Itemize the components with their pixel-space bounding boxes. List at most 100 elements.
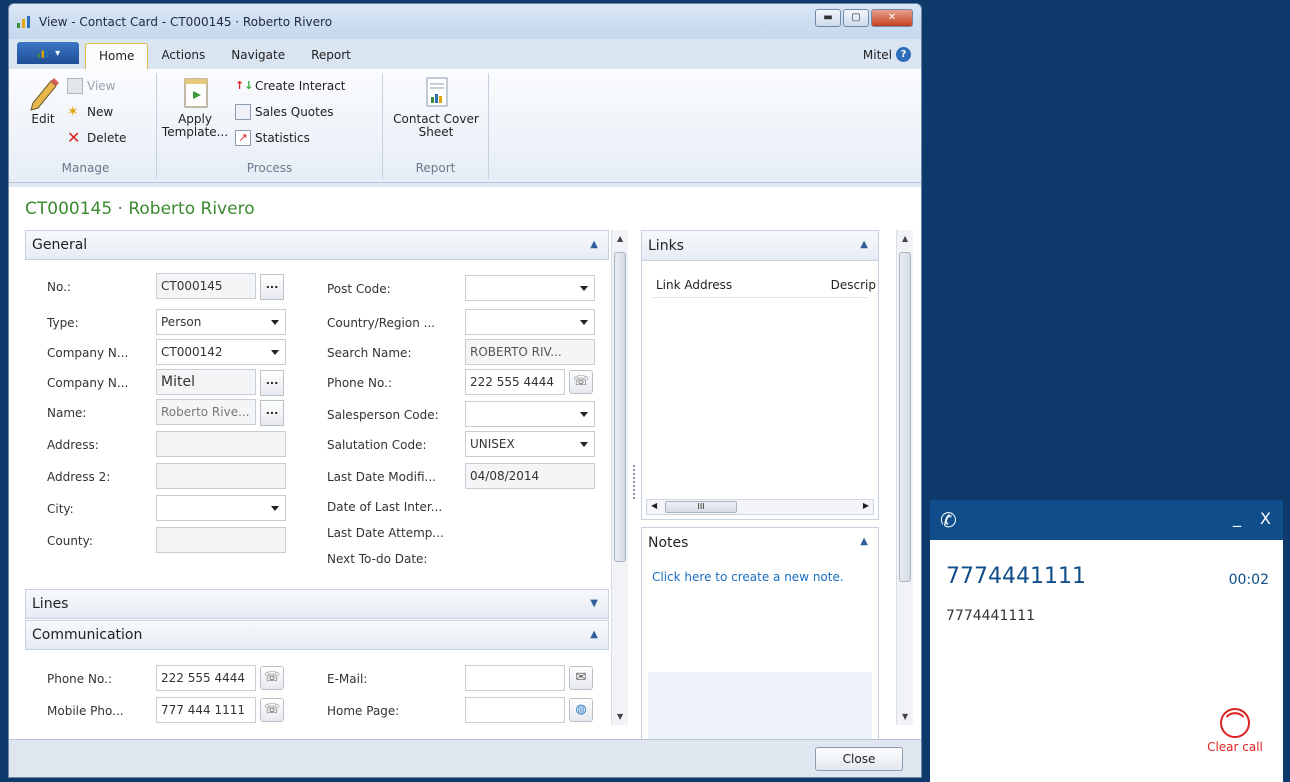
statistics-button[interactable]: ↗ Statistics	[235, 125, 346, 151]
city-label: City:	[47, 502, 74, 516]
post-code-dropdown[interactable]	[465, 275, 595, 301]
note-input-area[interactable]	[648, 672, 872, 741]
scroll-down-arrow-icon[interactable]: ▼	[617, 712, 623, 721]
scrollbar-thumb[interactable]	[899, 252, 911, 582]
expand-chevron-icon[interactable]: ▼	[590, 598, 598, 609]
horizontal-scroll-thumb[interactable]: III	[665, 501, 737, 513]
type-dropdown[interactable]: Person	[156, 309, 286, 335]
new-button[interactable]: ✶ New	[67, 99, 126, 125]
tab-report[interactable]: Report	[298, 43, 364, 69]
page-title: CT000145 · Roberto Rivero	[25, 199, 255, 219]
scroll-down-arrow-icon[interactable]: ▼	[902, 712, 908, 721]
collapse-chevron-icon[interactable]: ▲	[590, 239, 598, 250]
help-icon[interactable]: ?	[896, 47, 911, 62]
dial-mobile-icon[interactable]: ☏	[260, 698, 284, 722]
up-down-arrows-icon: ↑↓	[235, 79, 254, 92]
hang-up-icon: ⌒	[1220, 708, 1250, 738]
general-fasttab-header[interactable]: General ▲	[25, 230, 609, 260]
link-address-column-header[interactable]: Link Address	[656, 278, 732, 292]
manage-group-label: Manage	[61, 161, 110, 175]
scroll-left-arrow-icon[interactable]: ◀	[651, 501, 657, 510]
links-horizontal-scrollbar[interactable]: ◀ III ▶	[646, 499, 874, 515]
sales-quotes-button[interactable]: Sales Quotes	[235, 99, 346, 125]
scrollbar-thumb[interactable]	[614, 252, 626, 562]
pane-splitter[interactable]	[633, 465, 636, 499]
clear-call-button[interactable]: ⌒ Clear call	[1198, 708, 1272, 754]
company-indicator: Mitel ?	[863, 47, 911, 62]
links-factbox: Links ▲ Link Address Descrip ◀ III ▶	[641, 230, 879, 520]
view-button[interactable]: View	[67, 73, 126, 99]
scroll-up-arrow-icon[interactable]: ▲	[902, 234, 908, 243]
sales-quotes-label: Sales Quotes	[255, 105, 334, 119]
address-field[interactable]	[156, 431, 286, 457]
salutation-label: Salutation Code:	[327, 438, 427, 452]
tab-actions[interactable]: Actions	[148, 43, 218, 69]
last-modified-label: Last Date Modifi...	[327, 470, 436, 484]
company-name-field[interactable]: Mitel	[156, 369, 256, 395]
mobile-field[interactable]: 777 444 1111	[156, 697, 256, 723]
view-icon	[67, 78, 83, 94]
name-field[interactable]: Roberto Rive...	[156, 399, 256, 425]
tab-navigate[interactable]: Navigate	[218, 43, 298, 69]
county-label: County:	[47, 534, 93, 548]
email-field[interactable]	[465, 665, 565, 691]
close-popup-button[interactable]: X	[1260, 509, 1271, 528]
general-header-label: General	[32, 237, 88, 253]
city-dropdown[interactable]	[156, 495, 286, 521]
comm-phone-field[interactable]: 222 555 4444	[156, 665, 256, 691]
name-label: Name:	[47, 406, 87, 420]
create-interact-button[interactable]: ↑↓ Create Interact	[235, 73, 346, 99]
notes-factbox: Notes ▲ Click here to create a new note.	[641, 527, 879, 741]
company-name-lookup-button[interactable]: ...	[260, 370, 284, 396]
delete-button[interactable]: ✕ Delete	[67, 125, 126, 151]
pencil-icon	[30, 78, 59, 111]
tab-home[interactable]: Home	[85, 43, 149, 69]
statistics-chart-icon: ↗	[235, 130, 251, 146]
country-dropdown[interactable]	[465, 309, 595, 335]
lines-fasttab-header[interactable]: Lines ▼	[25, 589, 609, 619]
dial-phone-icon[interactable]: ☏	[569, 370, 593, 394]
salutation-dropdown[interactable]: UNISEX	[465, 431, 595, 457]
salesperson-label: Salesperson Code:	[327, 408, 439, 422]
dial-phone-icon[interactable]: ☏	[260, 666, 284, 690]
contact-cover-sheet-button[interactable]: Contact Cover Sheet	[391, 75, 481, 139]
no-field[interactable]: CT000145	[156, 273, 256, 299]
close-window-button[interactable]: ✕	[871, 9, 913, 27]
no-lookup-button[interactable]: ...	[260, 274, 284, 300]
name-lookup-button[interactable]: ...	[260, 400, 284, 426]
type-value: Person	[161, 315, 202, 329]
minimize-button[interactable]: ▬	[815, 9, 841, 27]
collapse-chevron-icon[interactable]: ▲	[860, 239, 868, 250]
scroll-up-arrow-icon[interactable]: ▲	[617, 234, 623, 243]
company-no-dropdown[interactable]: CT000142	[156, 339, 286, 365]
application-menu-button[interactable]: ▾	[17, 42, 79, 64]
collapse-chevron-icon[interactable]: ▲	[590, 629, 598, 640]
globe-icon[interactable]: ◍	[569, 698, 593, 722]
minimize-popup-button[interactable]: _	[1233, 508, 1241, 527]
scroll-right-arrow-icon[interactable]: ▶	[863, 501, 869, 510]
homepage-field[interactable]	[465, 697, 565, 723]
salesperson-dropdown[interactable]	[465, 401, 595, 427]
general-vertical-scrollbar[interactable]: ▲ ▼	[611, 230, 628, 725]
notes-header[interactable]: Notes ▲	[642, 528, 878, 558]
description-column-header[interactable]: Descrip	[831, 278, 876, 292]
address2-field[interactable]	[156, 463, 286, 489]
no-label: No.:	[47, 280, 71, 294]
apply-template-button[interactable]: Apply Template...	[162, 75, 228, 139]
last-interaction-label: Date of Last Inter...	[327, 500, 443, 514]
mobile-label: Mobile Pho...	[47, 704, 124, 718]
edit-button[interactable]: Edit	[23, 75, 63, 126]
county-field[interactable]	[156, 527, 286, 553]
close-button[interactable]: Close	[815, 747, 903, 771]
collapse-chevron-icon[interactable]: ▲	[860, 536, 868, 547]
factbox-vertical-scrollbar[interactable]: ▲ ▼	[896, 230, 913, 725]
links-header[interactable]: Links ▲	[642, 231, 878, 261]
notes-header-label: Notes	[648, 535, 689, 551]
send-email-icon[interactable]: ✉	[569, 666, 593, 690]
phone-field[interactable]: 222 555 4444	[465, 369, 565, 395]
create-note-link[interactable]: Click here to create a new note.	[652, 570, 844, 584]
search-name-field[interactable]: ROBERTO RIV...	[465, 339, 595, 365]
maximize-button[interactable]: ▢	[843, 9, 869, 27]
communication-fasttab-header[interactable]: Communication ▲	[25, 620, 609, 650]
type-label: Type:	[47, 316, 79, 330]
